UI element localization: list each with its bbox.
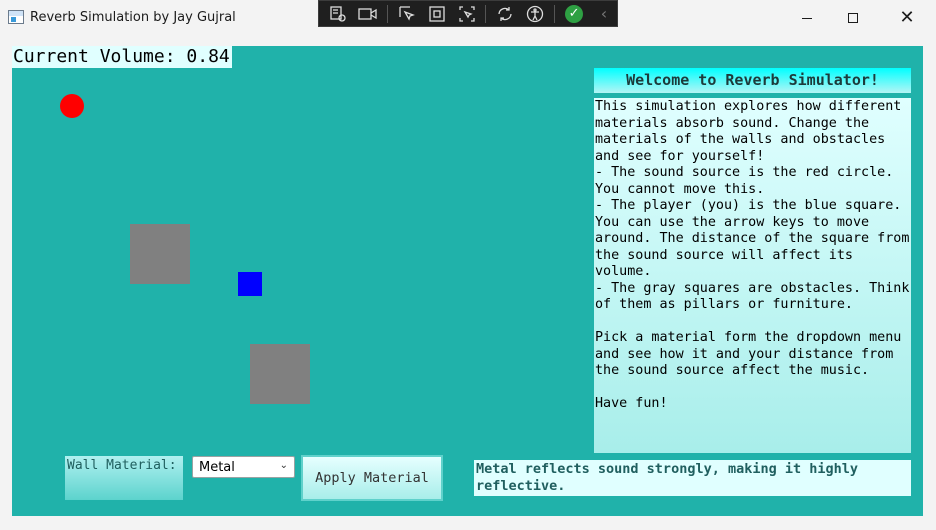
app-icon (8, 10, 24, 24)
accessibility-icon (527, 5, 544, 22)
maximize-icon (848, 13, 858, 23)
debug-toolbar: ✓ ‹ (318, 0, 618, 27)
apply-material-button[interactable]: Apply Material (301, 455, 443, 501)
player-square (238, 272, 262, 296)
window-title: Reverb Simulation by Jay Gujral (30, 10, 236, 25)
collapse-icon: ‹ (600, 4, 608, 23)
minimize-button[interactable] (784, 0, 830, 36)
simulation-canvas[interactable]: Current Volume: 0.84 Welcome to Reverb S… (12, 46, 923, 516)
hot-reload-icon (498, 6, 512, 21)
hot-reload-button[interactable] (492, 3, 518, 25)
toolbar-separator (554, 4, 556, 23)
material-selected-value: Metal (199, 459, 235, 475)
adorner-icon (458, 5, 475, 22)
video-icon (358, 7, 377, 20)
welcome-title: Welcome to Reverb Simulator! (594, 68, 911, 93)
collapse-toolbar-button[interactable]: ‹ (591, 3, 617, 25)
close-button[interactable]: ✕ (884, 0, 930, 36)
maximize-button[interactable] (830, 0, 876, 36)
instructions-text: This simulation explores how different m… (594, 98, 911, 453)
close-icon: ✕ (899, 7, 915, 28)
material-dropdown[interactable]: Metal ⌄ (192, 456, 295, 478)
chevron-down-icon: ⌄ (279, 460, 288, 471)
record-button[interactable] (355, 3, 381, 25)
current-volume-label: Current Volume: 0.84 (12, 46, 232, 68)
select-element-button[interactable] (325, 3, 351, 25)
sound-source-circle (60, 94, 84, 118)
minimize-icon (802, 17, 812, 19)
pointer-icon (399, 5, 415, 21)
select-element-icon (330, 5, 346, 22)
toolbar-separator (386, 4, 388, 23)
wall-material-label: Wall Material: (65, 456, 183, 500)
obstacle-square (130, 224, 190, 284)
checkmark-icon: ✓ (565, 4, 584, 23)
frame-icon (428, 5, 445, 22)
accessibility-button[interactable] (522, 3, 548, 25)
frame-button[interactable] (424, 3, 450, 25)
toolbar-separator (485, 4, 487, 23)
material-description: Metal reflects sound strongly, making it… (474, 460, 911, 496)
obstacle-square (250, 344, 310, 404)
pointer-button[interactable] (394, 3, 420, 25)
adorner-button[interactable] (454, 3, 480, 25)
status-button[interactable]: ✓ (561, 3, 587, 25)
